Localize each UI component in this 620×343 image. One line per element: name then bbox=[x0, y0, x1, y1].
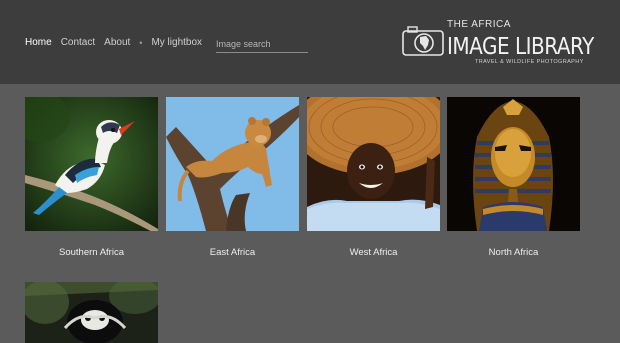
girl-straw-hat-photo bbox=[307, 97, 440, 231]
logo-tagline: TRAVEL & WILDLIFE PHOTOGRAPHY bbox=[475, 59, 584, 65]
nav-separator: • bbox=[139, 37, 143, 48]
gallery-tile-north-africa[interactable] bbox=[447, 97, 580, 231]
gallery-tile-east-africa[interactable] bbox=[166, 97, 299, 231]
nav-about-link[interactable]: About bbox=[104, 37, 130, 48]
lemur-photo bbox=[25, 282, 158, 343]
gallery-caption-west-africa[interactable]: West Africa bbox=[307, 247, 440, 258]
gallery-caption-north-africa[interactable]: North Africa bbox=[447, 247, 580, 258]
nav-contact-link[interactable]: Contact bbox=[61, 37, 95, 48]
nav-lightbox-link[interactable]: My lightbox bbox=[151, 37, 202, 48]
site-header: Home Contact About • My lightbox THE AFR… bbox=[0, 0, 620, 84]
nav-home-link[interactable]: Home bbox=[25, 37, 52, 48]
pharaoh-mask-photo bbox=[447, 97, 580, 231]
site-logo[interactable]: THE AFRICA IMAGE LIBRARY TRAVEL & WILDLI… bbox=[402, 19, 598, 71]
logo-top-text: THE AFRICA bbox=[447, 19, 511, 30]
image-search-input[interactable] bbox=[216, 36, 308, 53]
camera-africa-icon bbox=[402, 26, 444, 56]
lion-cub-photo bbox=[166, 97, 299, 231]
gallery-caption-southern-africa[interactable]: Southern Africa bbox=[25, 247, 158, 258]
gallery-tile-west-africa[interactable] bbox=[307, 97, 440, 231]
logo-main-text: IMAGE LIBRARY bbox=[447, 32, 594, 60]
main-nav: Home Contact About • My lightbox bbox=[25, 37, 202, 48]
gallery-tile-southern-africa[interactable] bbox=[25, 97, 158, 231]
gallery-tile-lemur[interactable] bbox=[25, 282, 158, 343]
gallery-caption-east-africa[interactable]: East Africa bbox=[166, 247, 299, 258]
kingfisher-photo bbox=[25, 97, 158, 231]
